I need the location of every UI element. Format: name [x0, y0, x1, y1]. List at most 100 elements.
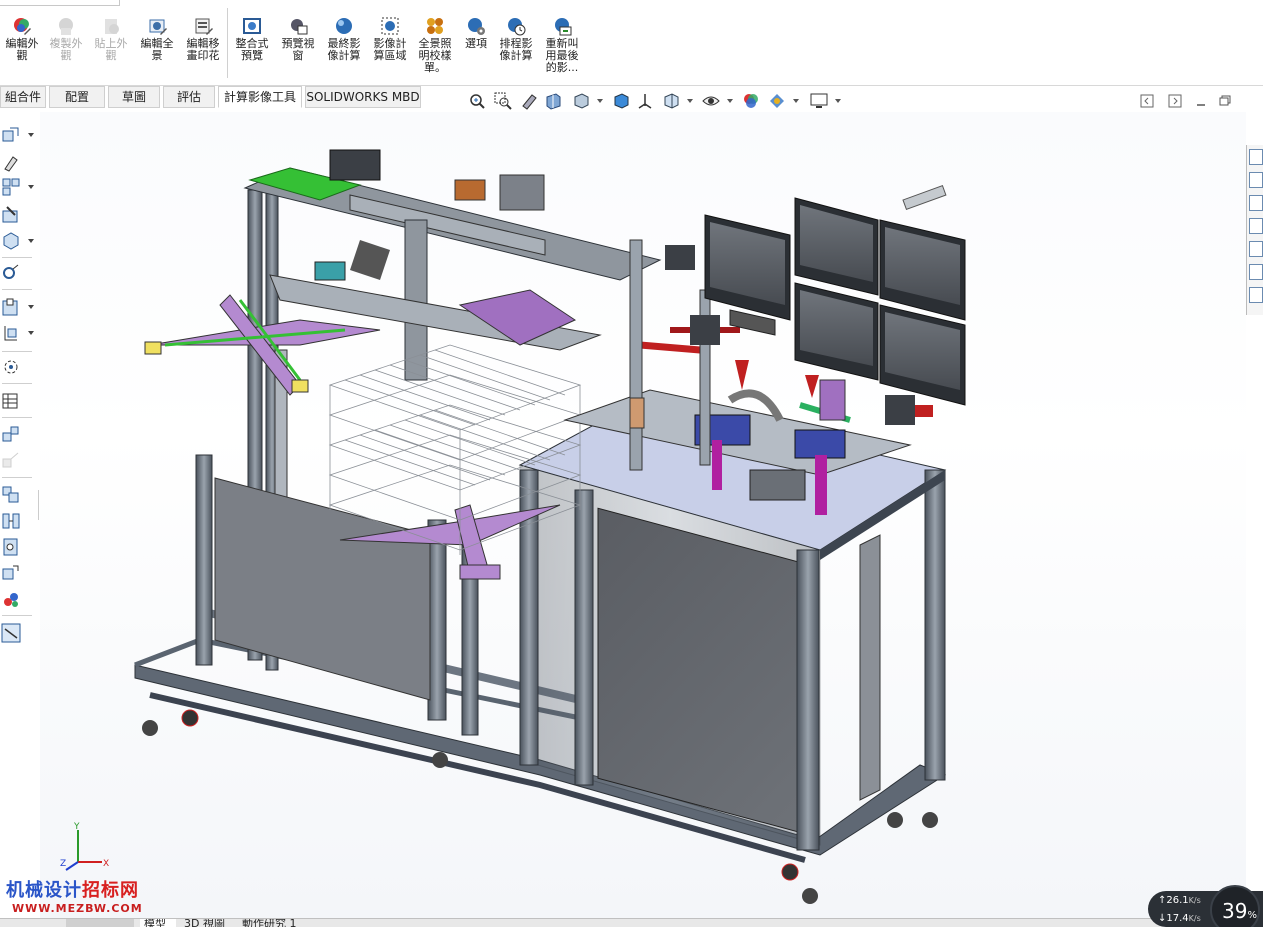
- triad-y-label: Y: [73, 822, 80, 832]
- measure-icon[interactable]: [1, 563, 21, 583]
- tab-assembly[interactable]: 組合件: [0, 86, 46, 108]
- edit-appearance-view-icon[interactable]: [662, 92, 680, 110]
- mid-cover-panel: [214, 477, 431, 701]
- preview-window-icon: [288, 16, 308, 36]
- command-manager-tabs: 組合件 配置 草圖 評估 計算影像工具 SOLIDWORKS MBD: [0, 86, 430, 108]
- new-motion-study-icon[interactable]: [1, 357, 21, 377]
- file-explorer-icon[interactable]: [1249, 195, 1263, 211]
- tab-solidworks-mbd[interactable]: SOLIDWORKS MBD: [305, 86, 421, 108]
- restore-icon[interactable]: [1218, 94, 1232, 108]
- left-toolbar: [0, 115, 38, 655]
- preview-window-button[interactable]: 預覽視 窗: [276, 16, 320, 62]
- appearances-scenes-icon[interactable]: [1249, 241, 1263, 257]
- illumination-proof-button[interactable]: 全景照 明校樣 單。: [413, 16, 457, 74]
- watermark-url: WWW.MEZBW.COM: [12, 902, 143, 915]
- copy-appearance-icon: [56, 16, 76, 36]
- hide-show-eye-icon[interactable]: [702, 92, 720, 110]
- options-button[interactable]: 選項: [454, 16, 498, 50]
- tab-3d-views[interactable]: 3D 視圖: [180, 919, 236, 927]
- render-region-button[interactable]: 影像計 算區域: [368, 16, 412, 62]
- view-orientation-icon[interactable]: [572, 92, 590, 110]
- tile-left-icon[interactable]: [1140, 94, 1154, 108]
- illumination-icon: [425, 16, 445, 36]
- tab-sketch[interactable]: 草圖: [108, 86, 160, 108]
- integrated-preview-button[interactable]: 整合式 預覽: [230, 16, 274, 62]
- schedule-render-icon: [506, 16, 526, 36]
- design-library-icon[interactable]: [1249, 172, 1263, 188]
- linear-pattern-icon[interactable]: [1, 177, 21, 197]
- appearance-icon[interactable]: [742, 92, 760, 110]
- recall-last-render-button[interactable]: 重新叫 用最後 的影...: [540, 16, 584, 74]
- exploded-view-icon[interactable]: [1, 425, 21, 445]
- reference-triad: Y X Z: [58, 822, 118, 872]
- machine-assembly-model[interactable]: [40, 112, 1246, 918]
- assembly-features-icon[interactable]: [1, 297, 21, 317]
- triad-z-label: Z: [60, 859, 66, 869]
- ribbon-flyout-edge: [0, 0, 120, 6]
- interference-detection-icon[interactable]: [1, 485, 21, 505]
- view-palette-icon[interactable]: [1249, 218, 1263, 234]
- network-speed-widget: ↑26.1K/s ↓17.4K/s 39%: [1148, 885, 1263, 927]
- display-style-icon[interactable]: [612, 92, 630, 110]
- options-icon: [466, 16, 486, 36]
- watermark: 机械设计招标网 WWW.MEZBW.COM: [6, 876, 146, 915]
- solidworks-resources-icon[interactable]: [1249, 149, 1263, 165]
- custom-properties-icon[interactable]: [1249, 264, 1263, 280]
- window-controls: [1140, 94, 1240, 110]
- insert-components-icon[interactable]: [1, 125, 21, 145]
- graphics-area[interactable]: [40, 112, 1246, 918]
- smart-fasteners-icon[interactable]: [1, 205, 21, 225]
- bill-of-materials-icon[interactable]: [1, 391, 21, 411]
- watermark-title: 机械设计招标网: [6, 880, 139, 901]
- final-render-icon: [334, 16, 354, 36]
- tile-right-icon[interactable]: [1168, 94, 1182, 108]
- previous-view-icon[interactable]: [520, 92, 538, 110]
- upload-speed: ↑26.1K/s: [1158, 895, 1201, 906]
- minimize-icon[interactable]: [1194, 94, 1208, 108]
- show-hidden-components-icon[interactable]: [1, 263, 21, 283]
- integrated-preview-icon: [242, 16, 262, 36]
- apply-scene-icon[interactable]: [768, 92, 786, 110]
- triad-x-label: X: [103, 859, 109, 869]
- control-cabinet: [518, 399, 947, 851]
- paste-appearance-button[interactable]: 貼上外 觀: [89, 16, 133, 62]
- copy-appearance-button[interactable]: 複製外 觀: [44, 16, 88, 62]
- usage-gauge: 39%: [1210, 885, 1260, 927]
- view-settings-icon[interactable]: [810, 92, 828, 110]
- hole-alignment-icon[interactable]: [1, 537, 21, 557]
- ribbon-separator: [227, 8, 228, 78]
- instant3d-icon[interactable]: [1, 623, 21, 643]
- edit-decal-icon: [193, 16, 213, 36]
- explode-line-sketch-icon[interactable]: [1, 451, 21, 471]
- render-region-icon: [380, 16, 400, 36]
- bottom-tabs-bar: 模型 3D 視圖 動作研究 1: [0, 918, 1263, 927]
- tab-render-tools[interactable]: 計算影像工具: [218, 86, 302, 108]
- tab-model[interactable]: 模型: [140, 919, 176, 927]
- mass-properties-icon[interactable]: [1, 589, 21, 609]
- final-render-button[interactable]: 最終影 像計算: [322, 16, 366, 62]
- edit-scene-icon: [147, 16, 167, 36]
- tab-evaluate[interactable]: 評估: [163, 86, 215, 108]
- move-component-icon[interactable]: [1, 231, 21, 251]
- edit-appearance-button[interactable]: 編輯外 觀: [0, 16, 44, 62]
- mate-icon[interactable]: [1, 153, 21, 173]
- heads-up-view-toolbar: [464, 90, 844, 112]
- download-speed: ↓17.4K/s: [1158, 913, 1201, 924]
- edit-decal-button[interactable]: 編輯移 畫印花: [181, 16, 225, 62]
- zoom-to-area-icon[interactable]: [494, 92, 512, 110]
- edit-scene-button[interactable]: 編輯全 景: [135, 16, 179, 62]
- schedule-render-button[interactable]: 排程影 像計算: [494, 16, 538, 62]
- forum-icon[interactable]: [1249, 287, 1263, 303]
- tab-configuration[interactable]: 配置: [49, 86, 105, 108]
- zoom-to-fit-icon[interactable]: [468, 92, 486, 110]
- tab-motion-study[interactable]: 動作研究 1: [238, 919, 310, 927]
- section-view-icon[interactable]: [544, 92, 562, 110]
- task-pane-tabs: [1246, 145, 1263, 315]
- hide-show-items-icon[interactable]: [636, 92, 654, 110]
- tab-scroll[interactable]: [66, 919, 134, 927]
- reference-geometry-icon[interactable]: [1, 323, 21, 343]
- edit-appearance-icon: [12, 16, 32, 36]
- clearance-verification-icon[interactable]: [1, 511, 21, 531]
- paste-appearance-icon: [101, 16, 121, 36]
- ribbon: 編輯外 觀 複製外 觀 貼上外 觀 編輯全 景 編輯移 畫印花 整合式 預覽 預…: [0, 0, 1263, 86]
